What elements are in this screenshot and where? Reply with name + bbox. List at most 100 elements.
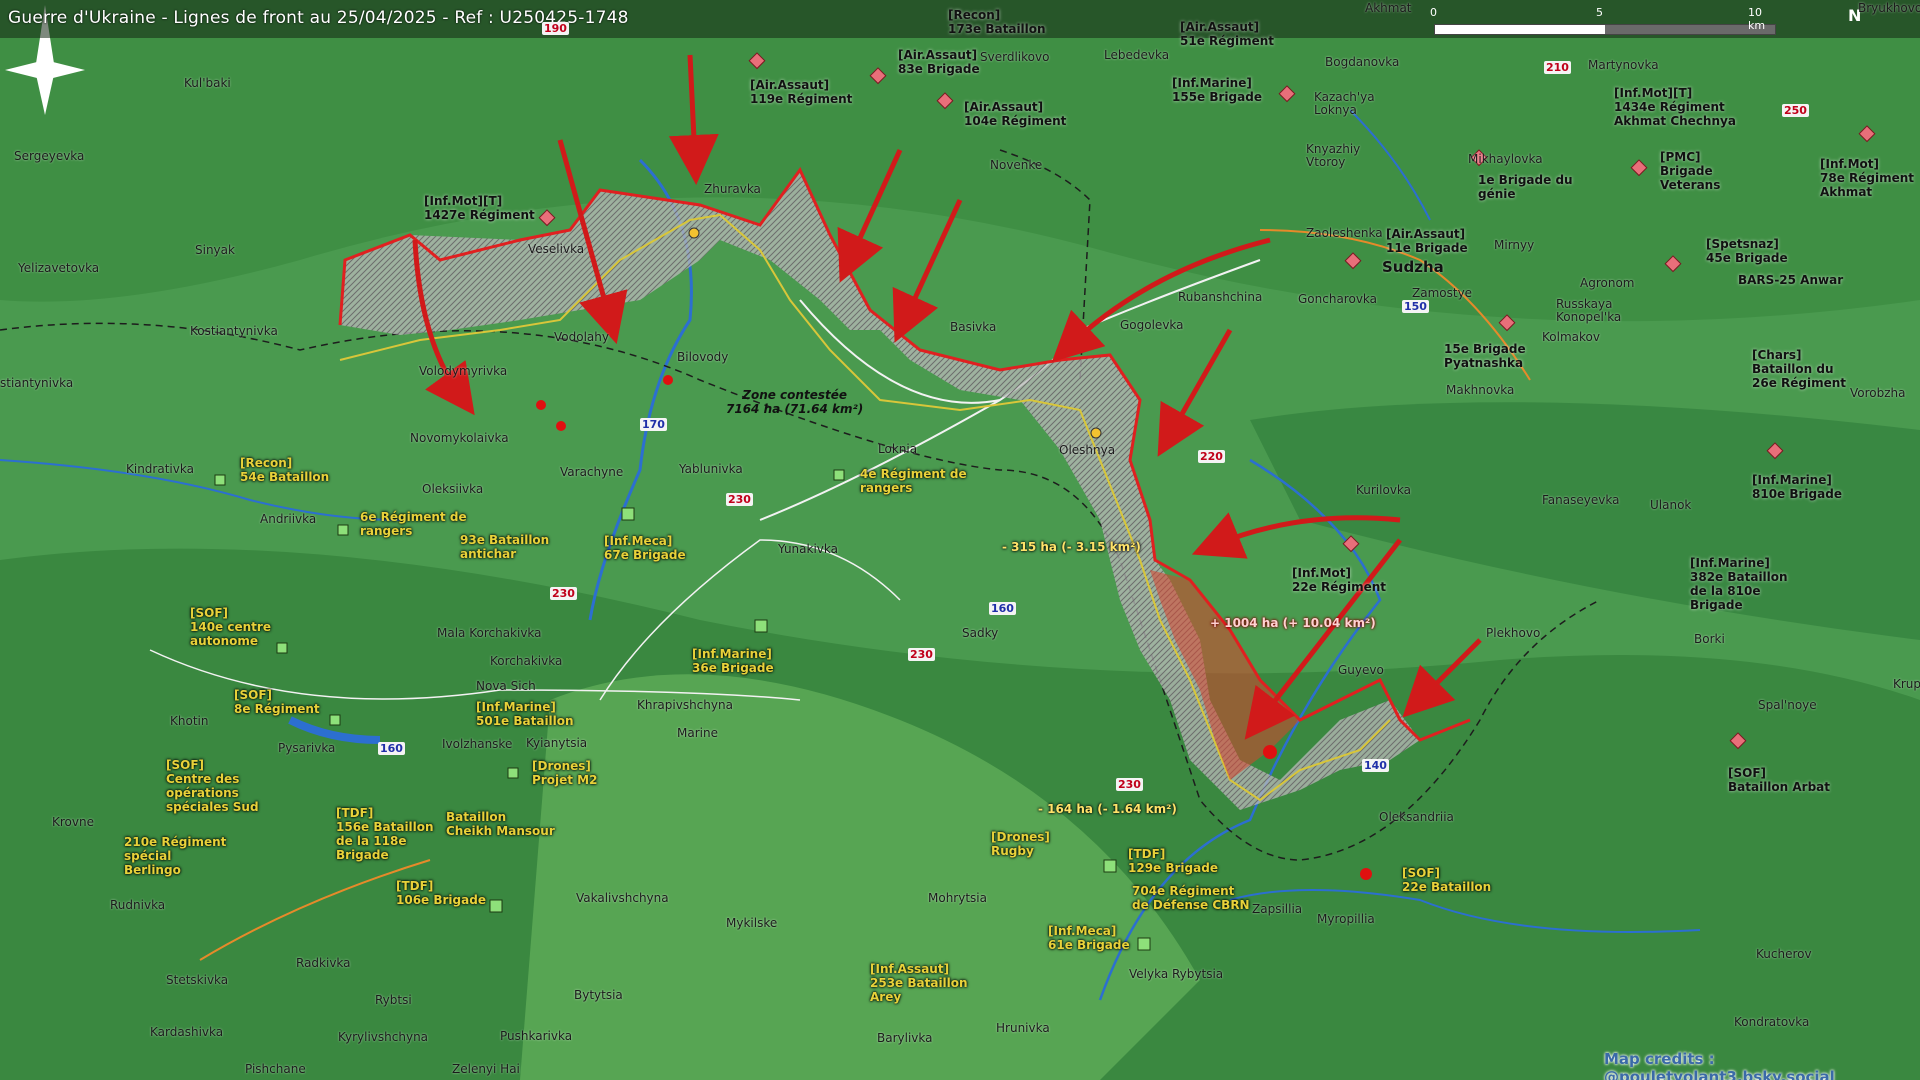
contested-zone-label: Zone contestée 7164 ha (71.64 km²) [726,388,864,416]
town-label: Volodymyrivka [419,364,508,378]
town-label: Bogdanovka [1325,55,1400,69]
ukrainian-unit-label: [TDF] 129e Brigade [1128,847,1218,875]
scale-bar-graphic [1434,24,1776,35]
town-label: Radkivka [296,956,351,970]
ukrainian-unit-label: [Inf.Assaut] 253e Bataillon Arey [870,962,968,1004]
ukrainian-unit-label: 210e Régiment spécial Berlingo [124,835,227,877]
ukrainian-unit-label: 6e Régiment de rangers [360,510,467,538]
town-label: Kucherov [1756,947,1812,961]
town-label: Borki [1694,632,1725,646]
ukrainian-unit-label: [Drones] Projet M2 [532,759,598,787]
town-label: Ivolzhanske [442,737,513,751]
town-label: Guyevo [1338,663,1384,677]
road-number: 140 [1362,759,1389,772]
town-label: Mohrytsia [928,891,987,905]
area-change-label: + 1004 ha (+ 10.04 km²) [1210,616,1376,630]
town-label: Zamostye [1412,286,1473,300]
ukrainian-unit-label: [SOF] 8e Régiment [234,688,320,716]
town-label: Sergeyevka [14,149,85,163]
russian-unit-label: [Inf.Mot] 78e Régiment Akhmat [1820,157,1915,199]
town-label: Kostiantynivka [190,324,278,338]
town-label: Knyazhiy Vtoroy [1306,142,1361,169]
road-number: 170 [640,418,667,431]
town-label: Korchakivka [490,654,563,668]
town-label: Stetskivka [166,973,229,987]
town-label: Sudzha [1382,258,1444,276]
russian-unit-label: [Inf.Mot][T] 1434e Régiment Akhmat Chech… [1614,86,1736,128]
town-label: Ulanok [1650,498,1692,512]
town-label: Goncharovka [1298,292,1378,306]
russian-unit-label: [Inf.Mot][T] 1427e Régiment [424,194,535,222]
scale-label-0: 0 [1430,6,1437,19]
russian-unit-label: 15e Brigade Pyatnashka [1444,342,1526,370]
road-number: 230 [726,493,753,506]
ukrainian-unit-label: [Inf.Meca] 61e Brigade [1048,924,1130,952]
town-label: Oleshnya [1059,443,1116,457]
russian-unit-label: [Inf.Marine] 810e Brigade [1752,473,1842,501]
road-number: 150 [1402,300,1429,313]
road-number: 160 [989,602,1016,615]
town-label: Bryukhovo [1858,1,1920,15]
town-label: Novomykolaivka [410,431,509,445]
ukrainian-unit-label: [TDF] 156e Bataillon de la 118e Brigade [336,806,434,862]
town-label: Zhuravka [704,182,761,196]
russian-unit-label: 1e Brigade du génie [1478,173,1573,201]
town-label: Zaoleshenka [1306,226,1383,240]
road-number: 230 [550,587,577,600]
town-label: Sverdlikovo [980,50,1050,64]
town-label: Pishchane [245,1062,306,1076]
ukrainian-unit-label: [Drones] Rugby [991,830,1050,858]
scale-label-5: 5 [1596,6,1603,19]
town-label: Plekhovo [1486,626,1541,640]
town-label: Varachyne [560,465,624,479]
town-label: Mykilske [726,916,778,930]
town-label: Bilovody [677,350,729,364]
ukrainian-unit-label: [TDF] 106e Brigade [396,879,486,907]
town-label: Vakalivshchyna [576,891,669,905]
scale-bar: 0 5 10 km [1430,6,1776,36]
ukrainian-unit-label: [SOF] 22e Bataillon [1402,866,1492,894]
town-label: Myropillia [1317,912,1375,926]
ukrainian-unit-label: 4e Régiment de rangers [860,467,967,495]
town-label: Russkaya Konopel'ka [1556,297,1622,324]
russian-unit-label: [Air.Assaut] 11e Brigade [1386,227,1468,255]
town-label: Krup [1893,677,1920,691]
town-label: Marine [677,726,718,740]
town-label: Mikhaylovka [1468,152,1543,166]
town-label: Makhnovka [1446,383,1515,397]
town-label: Vorobzha [1850,386,1906,400]
road-number: 250 [1782,104,1809,117]
russian-unit-label: [Inf.Marine] 155e Brigade [1172,76,1262,104]
town-label: Akhmat [1365,1,1412,15]
town-label: Andriivka [260,512,317,526]
town-label: Sinyak [195,243,235,257]
town-label: Kyianytsia [526,736,588,750]
town-label: Vodolahy [554,330,609,344]
ukrainian-unit-label: [Inf.Meca] 67e Brigade [604,534,686,562]
town-label: Rybtsi [375,993,412,1007]
town-label: Kul'baki [184,76,231,90]
town-label: Pushkarivka [500,1029,573,1043]
town-label: Oleksiivka [422,482,484,496]
town-label: Kazach'ya Loknya [1314,90,1375,117]
road-number: 230 [908,648,935,661]
town-label: Oleksandriia [1379,810,1454,824]
town-label: Loknia [878,442,918,456]
area-change-label: - 315 ha (- 3.15 km²) [1002,540,1141,554]
town-label: Kindrativka [126,462,194,476]
russian-unit-label: [Air.Assaut] 104e Régiment [964,100,1067,128]
town-label: Nova Sich [476,679,536,693]
road-number: 190 [542,22,569,35]
town-label: stiantynivka [0,376,74,390]
russian-unit-label: [Inf.Marine] 382e Bataillon de la 810e B… [1690,556,1788,612]
town-label: Zapsillia [1252,902,1303,916]
ukrainian-unit-label: [SOF] Centre des opérations spéciales Su… [166,758,259,814]
town-label: Lebedevka [1104,48,1170,62]
map-credits: Map credits : @pouletvolant3.bsky.social [1604,1050,1835,1080]
town-label: Mirnyy [1494,238,1535,252]
town-label: Barylivka [877,1031,933,1045]
road-number: 220 [1198,450,1225,463]
town-label: Kolmakov [1542,330,1600,344]
ukrainian-unit-label: [SOF] 140e centre autonome [190,606,271,648]
town-label: Sadky [962,626,999,640]
